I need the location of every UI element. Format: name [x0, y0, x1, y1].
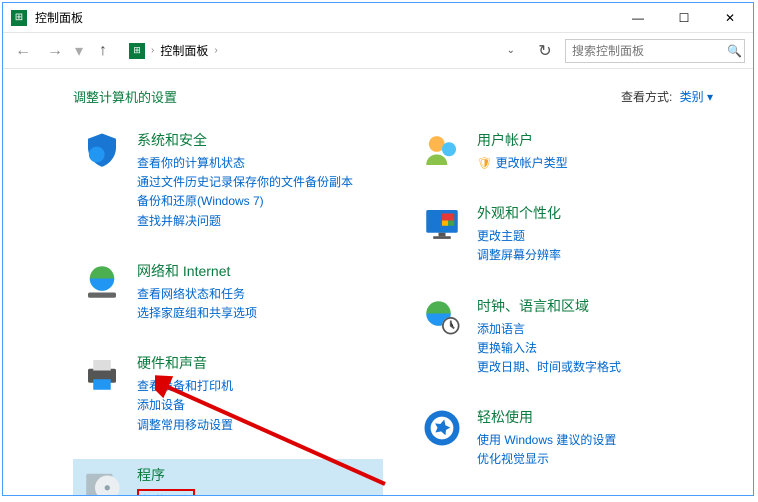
view-by-label: 查看方式: — [621, 90, 672, 104]
category-system-security: 系统和安全 查看你的计算机状态 通过文件历史记录保存你的文件备份副本 备份和还原… — [73, 124, 383, 237]
category-link[interactable]: 添加设备 — [137, 396, 375, 415]
category-network: 网络和 Internet 查看网络状态和任务 选择家庭组和共享选项 — [73, 255, 383, 329]
category-link[interactable]: 选择家庭组和共享选项 — [137, 304, 375, 323]
category-title[interactable]: 用户帐户 — [477, 130, 715, 150]
category-link[interactable]: 查看网络状态和任务 — [137, 285, 375, 304]
category-user-accounts: 用户帐户 🛡 更改帐户类型 — [413, 124, 723, 179]
shield-badge-icon: 🛡 — [477, 156, 492, 170]
window: ⊞ 控制面板 — ☐ ✕ ← → ▾ ↑ ⊞ › 控制面板 › ⌄ ↻ 🔍 调整… — [2, 2, 754, 496]
left-column: 系统和安全 查看你的计算机状态 通过文件历史记录保存你的文件备份副本 备份和还原… — [73, 124, 383, 495]
minimize-button[interactable]: — — [615, 3, 661, 33]
category-title[interactable]: 系统和安全 — [137, 130, 375, 150]
nav-separator: ▾ — [75, 41, 83, 61]
category-link[interactable]: 更换输入法 — [477, 339, 715, 358]
printer-icon — [81, 353, 123, 395]
chevron-right-icon: › — [214, 45, 217, 56]
disc-icon — [81, 465, 123, 495]
refresh-button[interactable]: ↻ — [533, 41, 557, 61]
back-button[interactable]: ← — [11, 39, 35, 63]
close-button[interactable]: ✕ — [707, 3, 753, 33]
category-link[interactable]: 调整常用移动设置 — [137, 416, 375, 435]
category-programs: 程序 卸载程序 — [73, 459, 383, 495]
search-icon: 🔍 — [727, 44, 742, 58]
globe-icon — [81, 261, 123, 303]
uninstall-program-link[interactable]: 卸载程序 — [137, 489, 375, 495]
window-controls: — ☐ ✕ — [615, 3, 753, 33]
category-link[interactable]: 使用 Windows 建议的设置 — [477, 431, 715, 450]
ease-icon — [421, 407, 463, 449]
category-link[interactable]: 添加语言 — [477, 320, 715, 339]
category-hardware: 硬件和声音 查看设备和打印机 添加设备 调整常用移动设置 — [73, 347, 383, 441]
category-title[interactable]: 时钟、语言和区域 — [477, 296, 715, 316]
up-button[interactable]: ↑ — [91, 39, 115, 63]
category-link[interactable]: 更改日期、时间或数字格式 — [477, 358, 715, 377]
view-by: 查看方式: 类别 ▾ — [621, 88, 713, 105]
maximize-button[interactable]: ☐ — [661, 3, 707, 33]
addr-control-panel-icon: ⊞ — [129, 43, 145, 59]
breadcrumb-root[interactable]: 控制面板 — [160, 42, 208, 59]
category-link[interactable]: 查看设备和打印机 — [137, 377, 375, 396]
category-link[interactable]: 查找并解决问题 — [137, 212, 375, 231]
category-link[interactable]: 查看你的计算机状态 — [137, 154, 375, 173]
search-box[interactable]: 🔍 — [565, 39, 745, 63]
category-link[interactable]: 更改主题 — [477, 227, 715, 246]
category-link[interactable]: 调整屏幕分辨率 — [477, 246, 715, 265]
right-column: 用户帐户 🛡 更改帐户类型 外观和个性化 更改主题 调整屏幕分辨率 时 — [413, 124, 723, 495]
content-header: 调整计算机的设置 查看方式: 类别 ▾ — [3, 87, 753, 106]
category-title[interactable]: 轻松使用 — [477, 407, 715, 427]
page-title: 调整计算机的设置 — [73, 87, 177, 106]
categories: 系统和安全 查看你的计算机状态 通过文件历史记录保存你的文件备份副本 备份和还原… — [3, 124, 753, 495]
clock-globe-icon — [421, 296, 463, 338]
users-icon — [421, 130, 463, 172]
monitor-icon — [421, 203, 463, 245]
category-clock-language: 时钟、语言和区域 添加语言 更换输入法 更改日期、时间或数字格式 — [413, 290, 723, 384]
titlebar: ⊞ 控制面板 — ☐ ✕ — [3, 3, 753, 33]
category-ease-of-access: 轻松使用 使用 Windows 建议的设置 优化视觉显示 — [413, 401, 723, 475]
category-appearance: 外观和个性化 更改主题 调整屏幕分辨率 — [413, 197, 723, 271]
content: 调整计算机的设置 查看方式: 类别 ▾ 系统和安全 查看你的计算机状态 通过文件… — [3, 69, 753, 495]
chevron-right-icon: › — [151, 45, 154, 56]
view-by-dropdown[interactable]: 类别 ▾ — [680, 90, 713, 104]
category-link[interactable]: 通过文件历史记录保存你的文件备份副本 — [137, 173, 375, 192]
search-input[interactable] — [572, 44, 727, 58]
category-title[interactable]: 程序 — [137, 465, 375, 485]
forward-button[interactable]: → — [43, 39, 67, 63]
category-link[interactable]: 优化视觉显示 — [477, 450, 715, 469]
address-bar[interactable]: ⊞ › 控制面板 › ⌄ — [123, 39, 525, 63]
category-link[interactable]: 🛡 更改帐户类型 — [477, 154, 715, 173]
category-title[interactable]: 网络和 Internet — [137, 261, 375, 281]
navbar: ← → ▾ ↑ ⊞ › 控制面板 › ⌄ ↻ 🔍 — [3, 33, 753, 69]
control-panel-icon: ⊞ — [11, 10, 27, 26]
category-link[interactable]: 备份和还原(Windows 7) — [137, 192, 375, 211]
shield-icon — [81, 130, 123, 172]
category-title[interactable]: 外观和个性化 — [477, 203, 715, 223]
address-dropdown[interactable]: ⌄ — [503, 45, 519, 56]
category-title[interactable]: 硬件和声音 — [137, 353, 375, 373]
